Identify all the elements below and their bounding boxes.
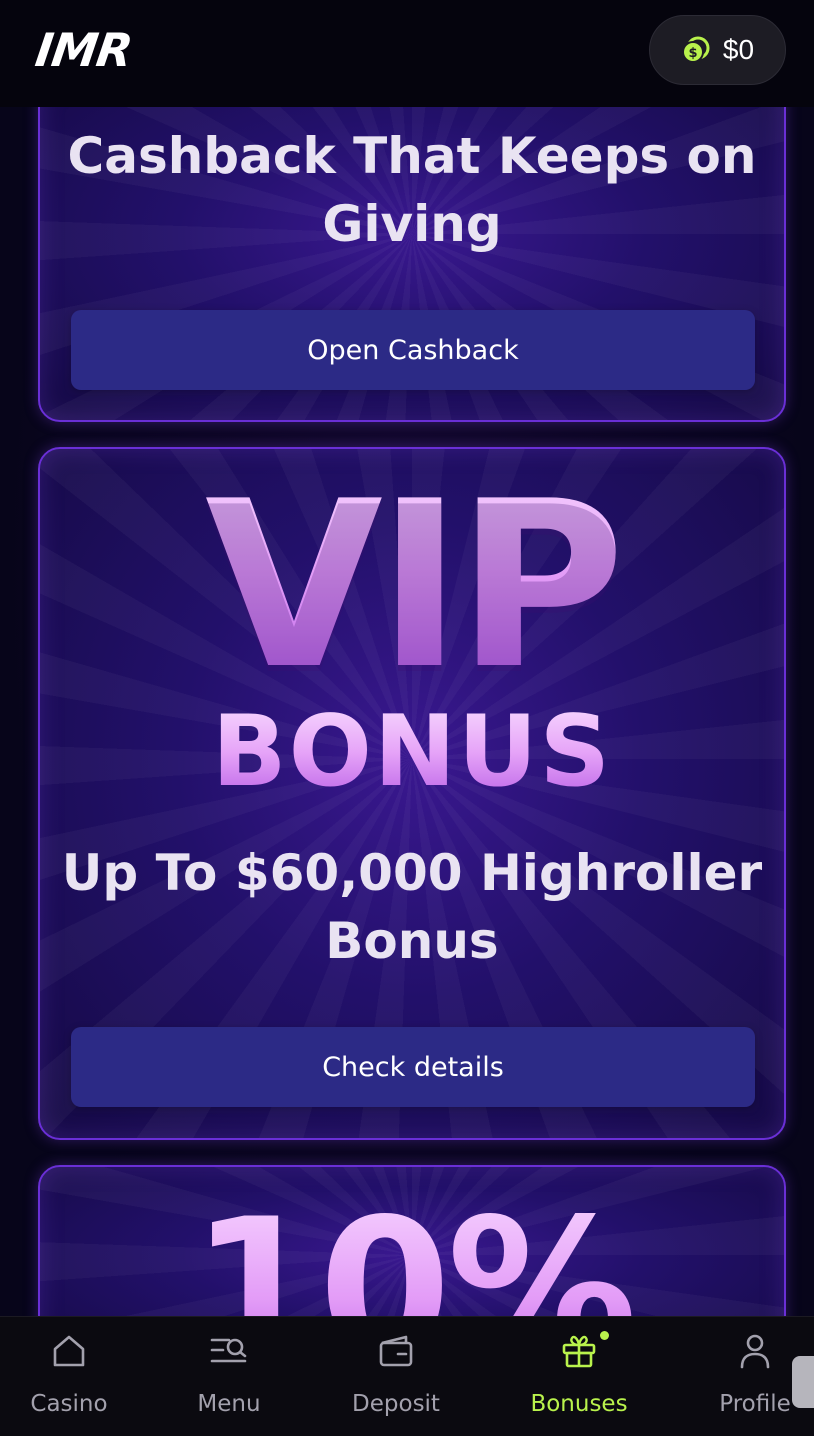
nav-item-profile[interactable]: Profile bbox=[704, 1317, 806, 1436]
bottom-navigation: Casino Menu Deposit Bonuses Profile bbox=[0, 1316, 814, 1436]
nav-item-casino[interactable]: Casino bbox=[20, 1317, 118, 1436]
nav-label-bonuses: Bonuses bbox=[530, 1391, 628, 1417]
nav-label-deposit: Deposit bbox=[352, 1391, 440, 1417]
cashback-promo-card: Cashback That Keeps on Giving Open Cashb… bbox=[38, 80, 786, 422]
svg-text:$: $ bbox=[688, 46, 697, 61]
cashback-title: Cashback That Keeps on Giving bbox=[40, 122, 784, 258]
vip-graphic-text: VIP bbox=[40, 467, 784, 707]
nav-label-profile: Profile bbox=[719, 1391, 791, 1417]
scroll-handle[interactable] bbox=[792, 1356, 814, 1408]
balance-amount: $0 bbox=[722, 34, 755, 65]
check-details-button[interactable]: Check details bbox=[71, 1027, 755, 1107]
cashback-title-text: Cashback That Keeps on Giving bbox=[67, 127, 757, 253]
nav-item-bonuses[interactable]: Bonuses bbox=[520, 1317, 638, 1436]
vip-bonus-promo-card: VIP BONUS Up To $60,000 Highroller Bonus… bbox=[38, 447, 786, 1140]
balance-button[interactable]: $ $0 bbox=[649, 15, 786, 85]
nav-label-menu: Menu bbox=[197, 1391, 261, 1417]
user-icon bbox=[735, 1331, 775, 1371]
coin-dollar-icon: $ bbox=[681, 35, 711, 65]
nav-item-deposit[interactable]: Deposit bbox=[342, 1317, 450, 1436]
notification-dot bbox=[600, 1331, 609, 1340]
vip-bonus-title-text: Up To $60,000 Highroller Bonus bbox=[61, 844, 763, 970]
menu-search-icon bbox=[209, 1331, 249, 1371]
vip-bonus-title: Up To $60,000 Highroller Bonus bbox=[40, 839, 784, 975]
open-cashback-button[interactable]: Open Cashback bbox=[71, 310, 755, 390]
nav-item-menu[interactable]: Menu bbox=[184, 1317, 274, 1436]
nav-label-casino: Casino bbox=[30, 1391, 108, 1417]
home-icon bbox=[49, 1331, 89, 1371]
wallet-icon bbox=[376, 1331, 416, 1371]
page: IMR $ $0 Cashback That Keeps on Giving O… bbox=[0, 0, 814, 1436]
bonus-graphic-text: BONUS bbox=[40, 699, 784, 805]
top-header: IMR $ $0 bbox=[0, 0, 814, 107]
gift-icon bbox=[559, 1331, 609, 1371]
imr-logo[interactable]: IMR bbox=[32, 23, 135, 77]
